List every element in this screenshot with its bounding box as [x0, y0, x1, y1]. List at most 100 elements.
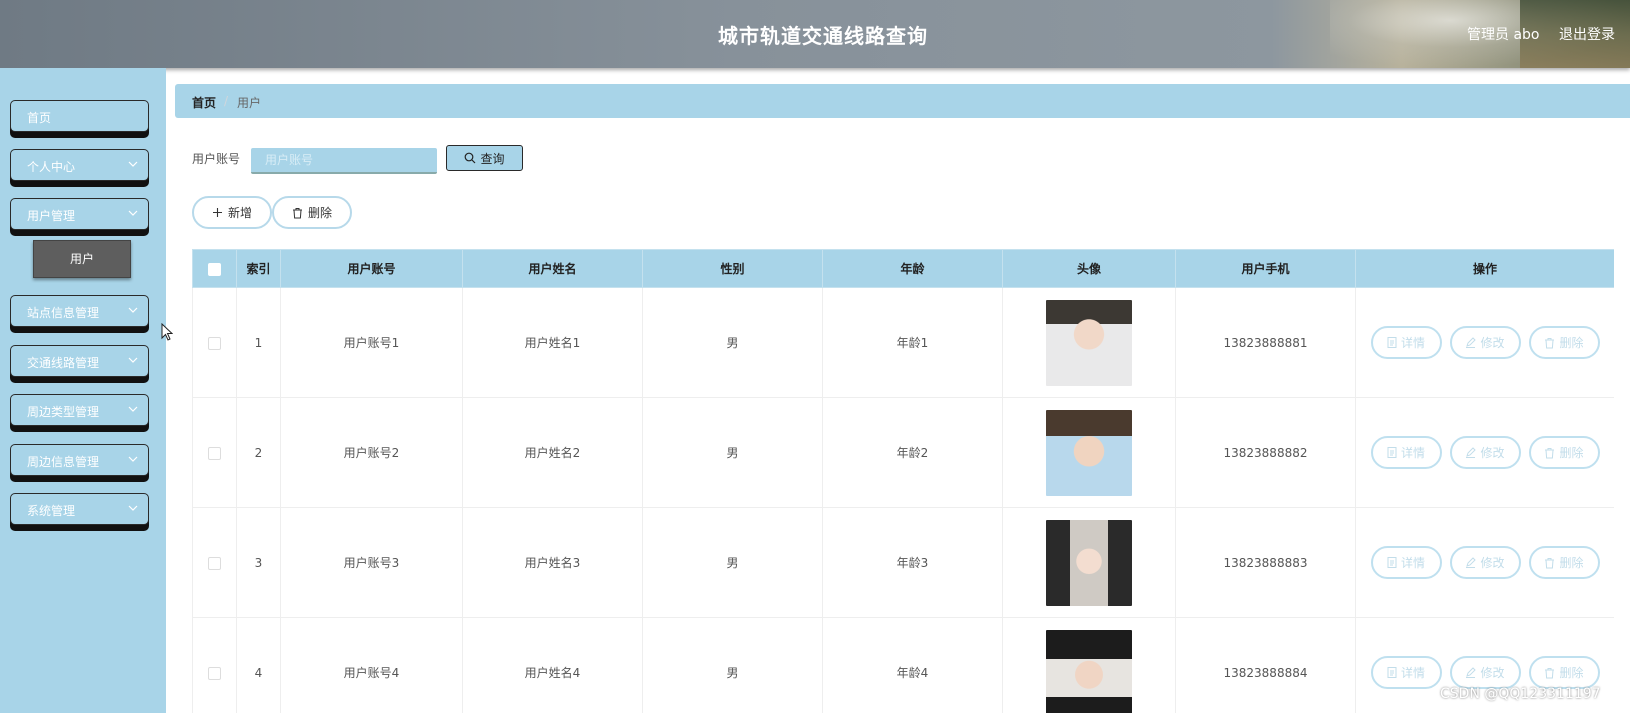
table-row: 3 用户账号3 用户姓名3 男 年龄3 13823888883 详情 修改 删除: [192, 507, 1614, 618]
sidebar-subitem-label: 用户: [69, 252, 94, 266]
edit-icon: [1466, 667, 1477, 678]
sidebar-item-personal-center[interactable]: 个人中心: [10, 149, 149, 181]
detail-button[interactable]: 详情: [1370, 436, 1442, 469]
sidebar-item-label: 系统管理: [27, 504, 76, 518]
plus-icon: [212, 208, 222, 217]
detail-button[interactable]: 详情: [1370, 546, 1442, 579]
mouse-cursor-icon: [161, 323, 173, 341]
edit-button[interactable]: 修改: [1449, 656, 1521, 689]
detail-button-label: 详情: [1400, 446, 1425, 460]
sidebar-item-traffic-lines[interactable]: 交通线路管理: [10, 345, 149, 377]
row-checkbox[interactable]: [208, 336, 221, 350]
breadcrumb-home[interactable]: 首页: [192, 94, 216, 111]
row-checkbox[interactable]: [208, 556, 221, 570]
add-button[interactable]: 新增: [192, 196, 272, 229]
cell-actions: 详情 修改 删除: [1355, 397, 1614, 508]
select-all-checkbox[interactable]: [208, 262, 221, 276]
cell-age: 年龄3: [822, 507, 1003, 618]
cell-age: 年龄2: [822, 397, 1003, 508]
cell-index: 1: [236, 287, 281, 398]
sidebar-item-label: 周边信息管理: [27, 455, 100, 469]
detail-button-label: 详情: [1400, 336, 1425, 350]
row-select-cell: [192, 397, 237, 508]
cell-gender: 男: [642, 287, 823, 398]
avatar: [1046, 629, 1132, 713]
chevron-down-icon: [128, 210, 138, 216]
sidebar-subitem-users[interactable]: 用户: [33, 240, 131, 278]
delete-button[interactable]: 删除: [1528, 546, 1600, 579]
cell-name: 用户姓名1: [462, 287, 643, 398]
column-header-account: 用户账号: [280, 249, 463, 288]
cell-account: 用户账号2: [280, 397, 463, 508]
edit-button-label: 修改: [1480, 446, 1505, 460]
search-label: 用户账号: [192, 152, 241, 166]
column-header-age: 年龄: [822, 249, 1003, 288]
detail-button[interactable]: 详情: [1370, 326, 1442, 359]
logout-link[interactable]: 退出登录: [1559, 24, 1615, 44]
sidebar-item-surrounding-types[interactable]: 周边类型管理: [10, 394, 149, 426]
sidebar-item-system[interactable]: 系统管理: [10, 493, 149, 525]
sidebar-item-label: 交通线路管理: [27, 356, 100, 370]
cell-actions: 详情 修改 删除: [1355, 507, 1614, 618]
add-button-label: 新增: [227, 206, 252, 220]
sidebar-item-station-info[interactable]: 站点信息管理: [10, 295, 149, 327]
row-checkbox[interactable]: [208, 446, 221, 460]
cell-phone: 13823888883: [1175, 507, 1356, 618]
sidebar-item-surrounding-info[interactable]: 周边信息管理: [10, 444, 149, 476]
edit-button[interactable]: 修改: [1449, 326, 1521, 359]
edit-button-label: 修改: [1480, 336, 1505, 350]
delete-button[interactable]: 删除: [1528, 326, 1600, 359]
sidebar-item-user-management[interactable]: 用户管理: [10, 198, 149, 230]
delete-button[interactable]: 删除: [1528, 656, 1600, 689]
cell-gender: 男: [642, 397, 823, 508]
batch-delete-button[interactable]: 删除: [272, 196, 352, 229]
select-all-cell: [192, 249, 237, 288]
chevron-down-icon: [128, 505, 138, 511]
document-icon: [1387, 557, 1397, 568]
top-header: 城市轨道交通线路查询 管理员 abo 退出登录: [0, 0, 1630, 68]
avatar: [1046, 299, 1132, 386]
detail-button[interactable]: 详情: [1370, 656, 1442, 689]
search-button[interactable]: 查询: [446, 145, 523, 171]
delete-button[interactable]: 删除: [1528, 436, 1600, 469]
chevron-down-icon: [128, 406, 138, 412]
edit-button[interactable]: 修改: [1449, 546, 1521, 579]
avatar: [1046, 519, 1132, 606]
search-button-label: 查询: [480, 151, 505, 166]
breadcrumb-separator: /: [224, 94, 229, 108]
table-header-row: 索引 用户账号 用户姓名 性别 年龄 头像 用户手机 操作: [192, 249, 1614, 288]
admin-username: 管理员 abo: [1467, 27, 1540, 43]
sidebar-item-label: 周边类型管理: [27, 405, 100, 419]
column-header-gender: 性别: [642, 249, 823, 288]
chevron-down-icon: [128, 307, 138, 313]
cell-phone: 13823888882: [1175, 397, 1356, 508]
cell-account: 用户账号3: [280, 507, 463, 618]
cell-gender: 男: [642, 507, 823, 618]
document-icon: [1387, 667, 1397, 678]
chevron-down-icon: [128, 161, 138, 167]
cell-avatar: [1002, 617, 1176, 713]
cell-avatar: [1002, 287, 1176, 398]
sidebar-item-label: 首页: [27, 111, 52, 125]
search-icon: [465, 152, 476, 164]
cell-name: 用户姓名3: [462, 507, 643, 618]
column-header-name: 用户姓名: [462, 249, 643, 288]
sidebar-item-home[interactable]: 首页: [10, 100, 149, 132]
cell-account: 用户账号1: [280, 287, 463, 398]
trash-icon: [1545, 667, 1555, 678]
trash-icon: [1545, 447, 1555, 458]
cell-avatar: [1002, 397, 1176, 508]
cell-name: 用户姓名4: [462, 617, 643, 713]
edit-button[interactable]: 修改: [1449, 436, 1521, 469]
user-table-container: 索引 用户账号 用户姓名 性别 年龄 头像 用户手机 操作 1 用户账号1 用户…: [192, 249, 1614, 713]
delete-button-label: 删除: [1559, 666, 1584, 680]
cell-gender: 男: [642, 617, 823, 713]
row-select-cell: [192, 287, 237, 398]
table-row: 1 用户账号1 用户姓名1 男 年龄1 13823888881 详情 修改 删除: [192, 287, 1614, 398]
row-checkbox[interactable]: [208, 666, 221, 680]
detail-button-label: 详情: [1400, 666, 1425, 680]
row-select-cell: [192, 507, 237, 618]
document-icon: [1387, 447, 1397, 458]
column-header-actions: 操作: [1355, 249, 1614, 288]
search-input[interactable]: [251, 148, 437, 174]
